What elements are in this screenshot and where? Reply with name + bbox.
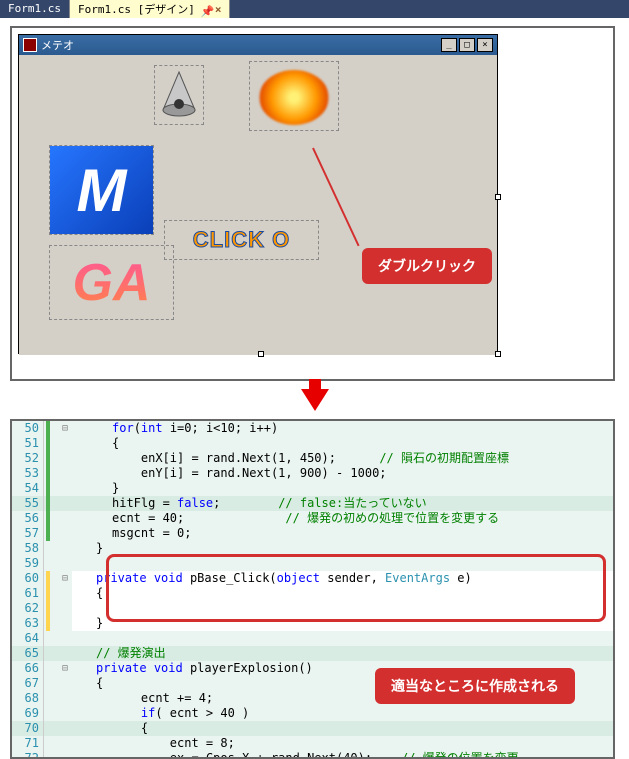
resize-handle-bm[interactable] [258,351,264,357]
minimize-button[interactable]: _ [441,38,457,52]
close-button[interactable]: × [477,38,493,52]
callout-doubleclick: ダブルクリック [362,248,492,284]
line-number: 67 [12,676,44,691]
fold-toggle[interactable]: ⊟ [58,421,72,436]
tab-label: Form1.cs [デザイン] [78,1,195,17]
code-line[interactable]: enX[i] = rand.Next(1, 450); // 隕石の初期配置座標 [72,451,613,466]
line-number: 68 [12,691,44,706]
meteor-icon [155,66,203,124]
close-icon[interactable]: × [215,3,222,16]
line-number: 59 [12,556,44,571]
code-line[interactable] [72,601,613,616]
code-line[interactable]: msgcnt = 0; [72,526,613,541]
line-number: 63 [12,616,44,631]
line-number: 64 [12,631,44,646]
picturebox-meteor[interactable] [154,65,204,125]
picturebox-click[interactable]: CLICK O [164,220,319,260]
line-number: 58 [12,541,44,556]
form-client-area[interactable]: M CLICK O GA [19,55,497,355]
callout-generated: 適当なところに作成される [375,668,575,704]
code-line[interactable]: { [72,586,613,601]
code-line[interactable]: } [72,481,613,496]
picturebox-m-logo[interactable]: M [49,145,154,235]
code-line[interactable]: if( ecnt > 40 ) [72,706,613,721]
code-line[interactable]: enY[i] = rand.Next(1, 900) - 1000; [72,466,613,481]
line-number: 50 [12,421,44,436]
line-number: 53 [12,466,44,481]
line-number: 72 [12,751,44,759]
line-number: 55 [12,496,44,511]
code-line[interactable]: // 爆発演出 [72,646,613,661]
explosion-icon [259,70,329,125]
code-line[interactable] [72,631,613,646]
line-number: 57 [12,526,44,541]
line-number: 60 [12,571,44,586]
form-title: メテオ [41,37,439,53]
line-number: 65 [12,646,44,661]
form-window[interactable]: メテオ _ □ × M CLICK O GA [18,34,498,354]
fold-toggle[interactable]: ⊟ [58,661,72,676]
designer-surface[interactable]: メテオ _ □ × M CLICK O GA [10,26,615,381]
resize-handle-br[interactable] [495,351,501,357]
code-line[interactable]: } [72,616,613,631]
code-line[interactable]: { [72,436,613,451]
line-number: 61 [12,586,44,601]
code-line[interactable]: ecnt = 40; // 爆発の初めの処理で位置を変更する [72,511,613,526]
pin-icon[interactable]: 📌 [201,5,209,13]
code-line[interactable] [72,556,613,571]
line-number: 56 [12,511,44,526]
line-number: 70 [12,721,44,736]
arrow-down-icon [301,389,329,411]
line-number: 71 [12,736,44,751]
maximize-button[interactable]: □ [459,38,475,52]
tab-form1-design[interactable]: Form1.cs [デザイン] 📌 × [70,0,230,18]
ga-logo-icon: GA [50,246,173,319]
fold-toggle[interactable]: ⊟ [58,571,72,586]
form-titlebar[interactable]: メテオ _ □ × [19,35,497,55]
picturebox-ga-logo[interactable]: GA [49,245,174,320]
tab-form1-cs[interactable]: Form1.cs [0,0,70,18]
code-line[interactable]: { [72,721,613,736]
code-line[interactable]: ecnt = 8; [72,736,613,751]
code-line[interactable]: } [72,541,613,556]
code-editor[interactable]: 50⊟for(intfor(int i=0; i<10; i++) i=0; i… [10,419,615,759]
line-number: 66 [12,661,44,676]
line-number: 62 [12,601,44,616]
line-number: 54 [12,481,44,496]
code-line[interactable]: for(intfor(int i=0; i<10; i++) i=0; i<10… [72,421,613,436]
tab-bar: Form1.cs Form1.cs [デザイン] 📌 × [0,0,629,18]
code-line[interactable]: ex = Cpos.X + rand.Next(40); // 爆発の位置を変更 [72,751,613,759]
line-number: 51 [12,436,44,451]
code-line[interactable]: hitFlg = false; // false:当たっていない [72,496,613,511]
resize-handle-mr[interactable] [495,194,501,200]
m-logo-icon: M [50,146,153,234]
line-number: 52 [12,451,44,466]
change-marker [44,421,58,436]
picturebox-explosion[interactable] [249,61,339,131]
form-icon [23,38,37,52]
line-number: 69 [12,706,44,721]
click-label: CLICK O [165,221,318,259]
code-line[interactable]: private void pBase_Click(object sender, … [72,571,613,586]
